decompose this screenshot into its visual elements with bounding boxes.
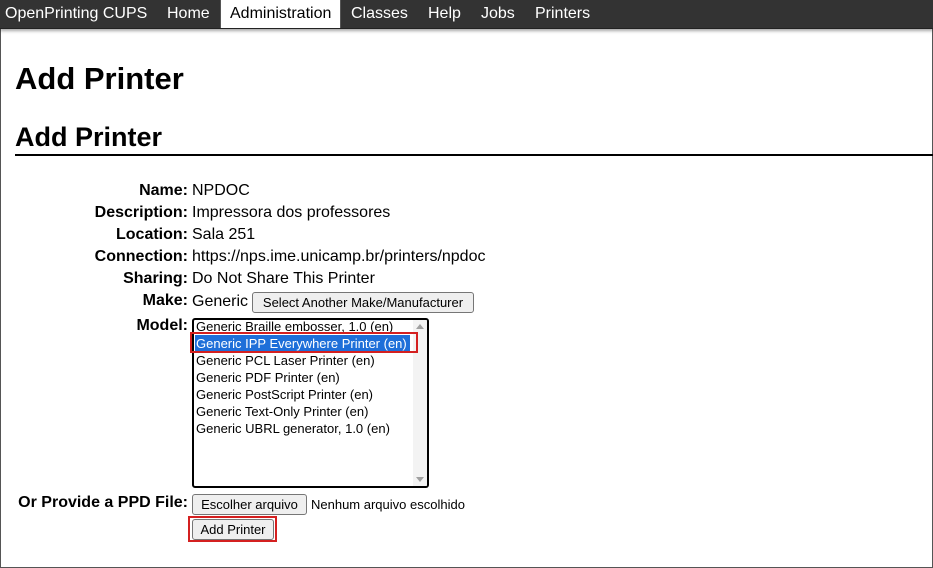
make-value: Generic bbox=[192, 293, 249, 310]
nav-help[interactable]: Help bbox=[428, 0, 461, 28]
ppd-file-label: Or Provide a PPD File: bbox=[18, 494, 188, 511]
choose-file-button[interactable]: Escolher arquivo bbox=[192, 494, 307, 515]
location-value: Sala 251 bbox=[192, 226, 256, 243]
scroll-down-arrow-icon[interactable] bbox=[416, 477, 424, 482]
description-value: Impressora dos professores bbox=[192, 204, 391, 221]
model-listbox[interactable]: Generic Braille embosser, 1.0 (en) Gener… bbox=[192, 318, 429, 488]
model-option[interactable]: Generic Braille embosser, 1.0 (en) bbox=[195, 320, 396, 335]
model-option[interactable]: Generic PDF Printer (en) bbox=[195, 369, 343, 386]
location-label: Location: bbox=[116, 226, 188, 243]
select-make-button[interactable]: Select Another Make/Manufacturer bbox=[252, 292, 474, 313]
model-option-selected[interactable]: Generic IPP Everywhere Printer (en) bbox=[195, 335, 410, 352]
page-title: Add Printer bbox=[15, 61, 184, 96]
sharing-value: Do Not Share This Printer bbox=[192, 270, 375, 287]
nav-openprinting-cups[interactable]: OpenPrinting CUPS bbox=[5, 0, 147, 28]
listbox-scrollbar[interactable] bbox=[413, 320, 427, 486]
section-title: Add Printer bbox=[15, 122, 163, 152]
nav-classes[interactable]: Classes bbox=[351, 0, 408, 28]
name-label: Name: bbox=[139, 182, 188, 199]
nav-administration[interactable]: Administration bbox=[220, 0, 342, 28]
section-divider bbox=[15, 154, 933, 156]
model-option[interactable]: Generic Text-Only Printer (en) bbox=[195, 403, 371, 420]
make-label: Make: bbox=[142, 292, 188, 309]
nav-printers[interactable]: Printers bbox=[535, 0, 590, 28]
model-option[interactable]: Generic PostScript Printer (en) bbox=[195, 386, 376, 403]
model-option[interactable]: Generic UBRL generator, 1.0 (en) bbox=[195, 420, 393, 437]
file-status-text: Nenhum arquivo escolhido bbox=[311, 497, 465, 512]
description-label: Description: bbox=[94, 204, 188, 221]
model-label: Model: bbox=[136, 317, 188, 334]
model-option[interactable]: Generic PCL Laser Printer (en) bbox=[195, 352, 378, 369]
add-printer-button[interactable]: Add Printer bbox=[192, 519, 274, 540]
connection-label: Connection: bbox=[94, 248, 188, 265]
nav-jobs[interactable]: Jobs bbox=[481, 0, 515, 28]
nav-home[interactable]: Home bbox=[167, 0, 210, 28]
top-navbar: OpenPrinting CUPS Home Administration Cl… bbox=[0, 0, 933, 29]
connection-value: https://nps.ime.unicamp.br/printers/npdo… bbox=[192, 248, 486, 265]
sharing-label: Sharing: bbox=[123, 270, 188, 287]
scroll-up-arrow-icon[interactable] bbox=[416, 324, 424, 329]
name-value: NPDOC bbox=[192, 182, 250, 199]
